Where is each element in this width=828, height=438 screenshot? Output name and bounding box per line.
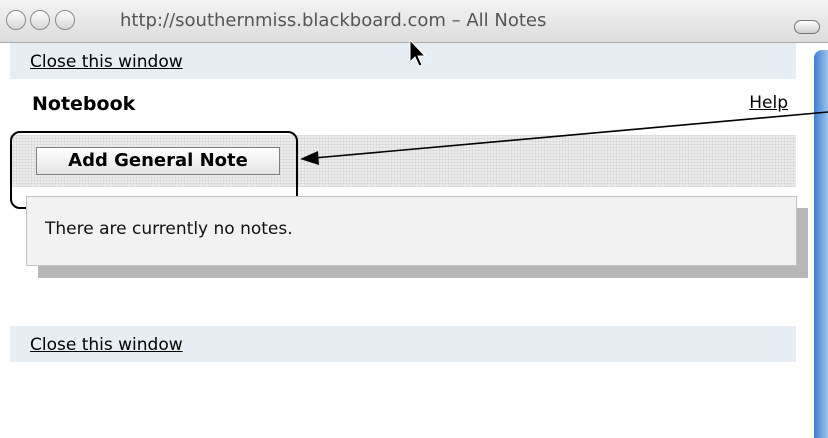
minimize-window-icon[interactable]: [30, 10, 50, 30]
close-window-link-bottom[interactable]: Close this window: [30, 335, 183, 355]
window-titlebar: http://southernmiss.blackboard.com – All…: [0, 0, 828, 43]
empty-notes-message: There are currently no notes.: [45, 219, 293, 239]
help-link[interactable]: Help: [749, 93, 788, 113]
bottom-close-bar: Close this window: [10, 326, 796, 362]
page-title: Notebook: [32, 93, 136, 115]
vertical-scrollbar[interactable]: [814, 50, 828, 438]
top-close-bar: Close this window: [10, 43, 796, 79]
close-window-icon[interactable]: [6, 10, 26, 30]
zoom-window-icon[interactable]: [55, 10, 75, 30]
toolbar-toggle-icon[interactable]: [794, 20, 820, 34]
notes-panel: There are currently no notes.: [26, 196, 797, 266]
notebook-page: Close this window Notebook Help Add Gene…: [10, 43, 808, 438]
close-window-link-top[interactable]: Close this window: [30, 52, 183, 72]
window-title: http://southernmiss.blackboard.com – All…: [120, 10, 547, 31]
